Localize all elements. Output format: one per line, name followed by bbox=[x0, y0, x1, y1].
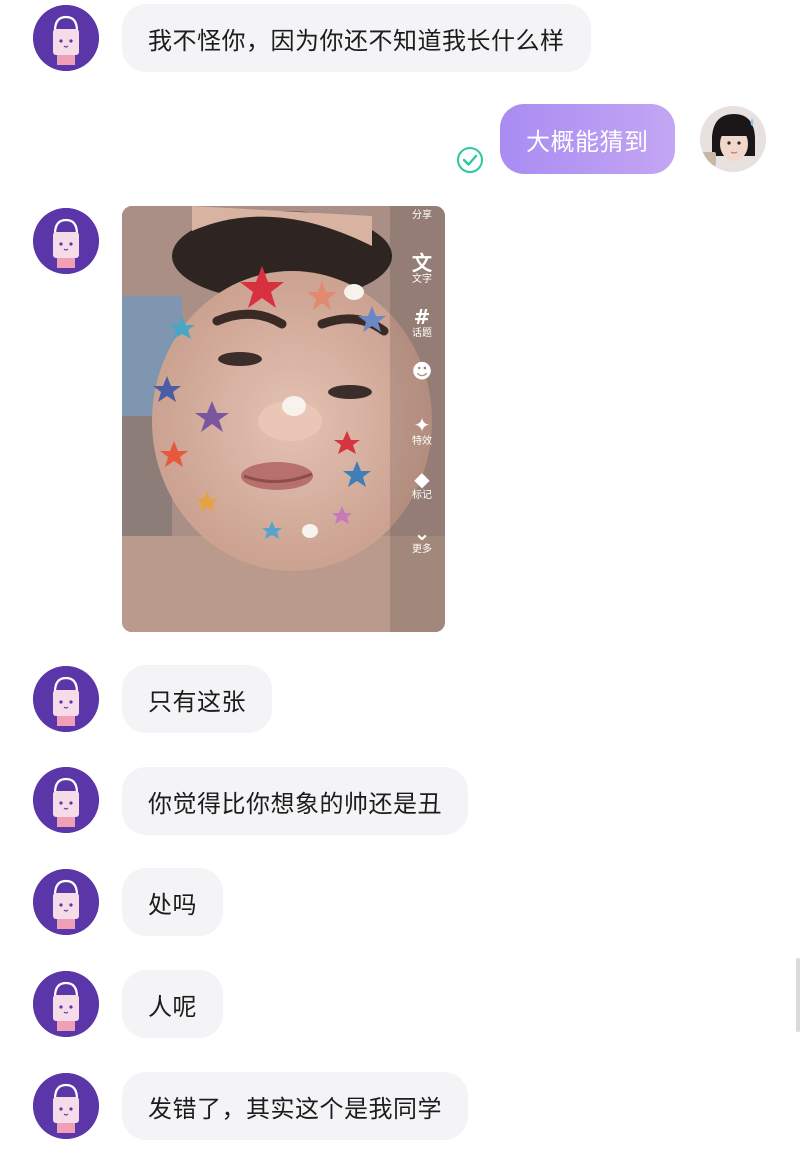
tag-icon: ◆ bbox=[414, 467, 430, 491]
message-text: 我不怪你，因为你还不知道我长什么样 bbox=[148, 26, 565, 55]
message-bubble[interactable]: 人呢 bbox=[122, 970, 223, 1038]
sender-avatar[interactable] bbox=[33, 971, 99, 1037]
message-bubble[interactable]: 发错了，其实这个是我同学 bbox=[122, 1072, 468, 1140]
message-text: 处吗 bbox=[148, 890, 197, 919]
message-text: 人呢 bbox=[148, 992, 197, 1021]
text-icon: 文 bbox=[412, 251, 432, 275]
sticker-icon: ☻ bbox=[411, 359, 433, 383]
message-bubble[interactable]: 处吗 bbox=[122, 868, 223, 936]
my-message-bubble[interactable]: 大概能猜到 bbox=[500, 104, 675, 174]
sender-avatar[interactable] bbox=[33, 1073, 99, 1139]
chevron-down-icon: ⌄ bbox=[413, 521, 431, 545]
hashtag-icon: # bbox=[413, 305, 431, 329]
robot-avatar-icon bbox=[33, 5, 99, 71]
robot-avatar-icon bbox=[33, 971, 99, 1037]
my-avatar[interactable] bbox=[700, 106, 766, 172]
read-check-icon bbox=[457, 147, 483, 173]
message-bubble[interactable]: 只有这张 bbox=[122, 665, 272, 733]
share-button[interactable]: 分享 bbox=[405, 210, 439, 222]
effects-tool-label: 特效 bbox=[412, 436, 432, 447]
share-label: 分享 bbox=[412, 210, 432, 221]
tag-tool-button[interactable]: ◆ 标记 bbox=[405, 468, 439, 502]
text-tool-label: 文字 bbox=[412, 274, 432, 285]
message-text: 你觉得比你想象的帅还是丑 bbox=[148, 789, 442, 818]
message-text: 大概能猜到 bbox=[526, 127, 649, 156]
robot-avatar-icon bbox=[33, 208, 99, 274]
image-message[interactable]: 分享 文 文字 # 话题 ☻ 贴纸 ✦ 特效 ◆ 标记 ⌄ 更多 bbox=[122, 206, 445, 632]
hashtag-tool-label: 话题 bbox=[412, 328, 432, 339]
sparkle-icon: ✦ bbox=[413, 413, 431, 437]
effects-tool-button[interactable]: ✦ 特效 bbox=[405, 414, 439, 448]
more-tool-label: 更多 bbox=[412, 544, 432, 555]
selfie-photo bbox=[122, 206, 445, 632]
robot-avatar-icon bbox=[33, 1073, 99, 1139]
robot-avatar-icon bbox=[33, 767, 99, 833]
text-tool-button[interactable]: 文 文字 bbox=[405, 252, 439, 286]
robot-avatar-icon bbox=[33, 869, 99, 935]
message-text: 发错了，其实这个是我同学 bbox=[148, 1094, 442, 1123]
message-text: 只有这张 bbox=[148, 687, 246, 716]
robot-avatar-icon bbox=[33, 666, 99, 732]
message-bubble[interactable]: 你觉得比你想象的帅还是丑 bbox=[122, 767, 468, 835]
more-tool-button[interactable]: ⌄ 更多 bbox=[405, 522, 439, 556]
sender-avatar[interactable] bbox=[33, 767, 99, 833]
sticker-tool-button[interactable]: ☻ 贴纸 bbox=[405, 360, 439, 394]
sender-avatar[interactable] bbox=[33, 5, 99, 71]
sender-avatar[interactable] bbox=[33, 208, 99, 274]
message-bubble[interactable]: 我不怪你，因为你还不知道我长什么样 bbox=[122, 4, 591, 72]
scrollbar[interactable] bbox=[796, 958, 800, 1032]
sender-avatar[interactable] bbox=[33, 869, 99, 935]
sender-avatar[interactable] bbox=[33, 666, 99, 732]
hashtag-tool-button[interactable]: # 话题 bbox=[405, 306, 439, 340]
user-photo-avatar-icon bbox=[700, 106, 766, 172]
tag-tool-label: 标记 bbox=[412, 490, 432, 501]
